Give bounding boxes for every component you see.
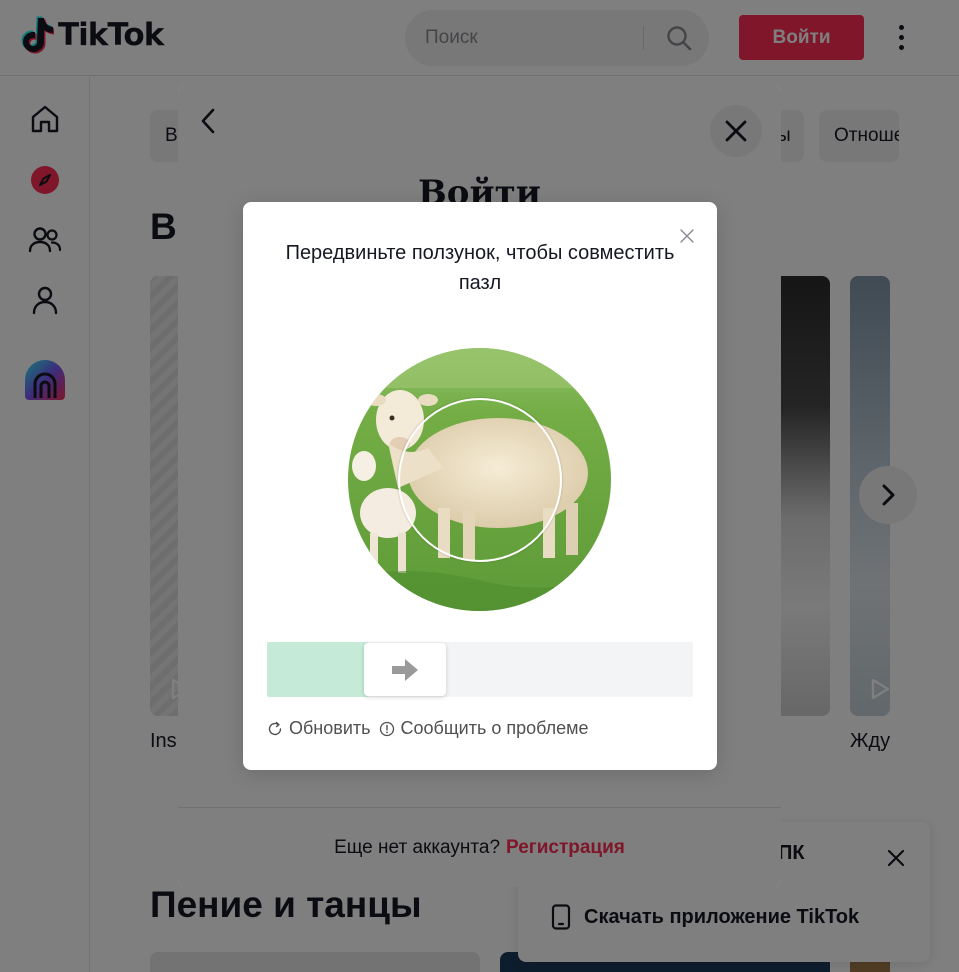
report-problem-button[interactable]: Сообщить о проблеме <box>379 718 589 739</box>
captcha-slider-progress <box>267 642 368 697</box>
puzzle-piece-target <box>398 398 562 562</box>
arrow-right-icon <box>392 658 418 681</box>
captcha-slider-handle[interactable] <box>364 643 446 696</box>
info-icon <box>379 721 394 736</box>
captcha-actions: Обновить Сообщить о проблеме <box>267 718 589 739</box>
refresh-button[interactable]: Обновить <box>267 718 371 739</box>
captcha-slider-track[interactable] <box>267 642 693 697</box>
captcha-title: Передвиньте ползунок, чтобы совместить п… <box>285 242 675 294</box>
refresh-icon <box>268 721 282 735</box>
captcha-dialog: Передвиньте ползунок, чтобы совместить п… <box>243 202 717 770</box>
